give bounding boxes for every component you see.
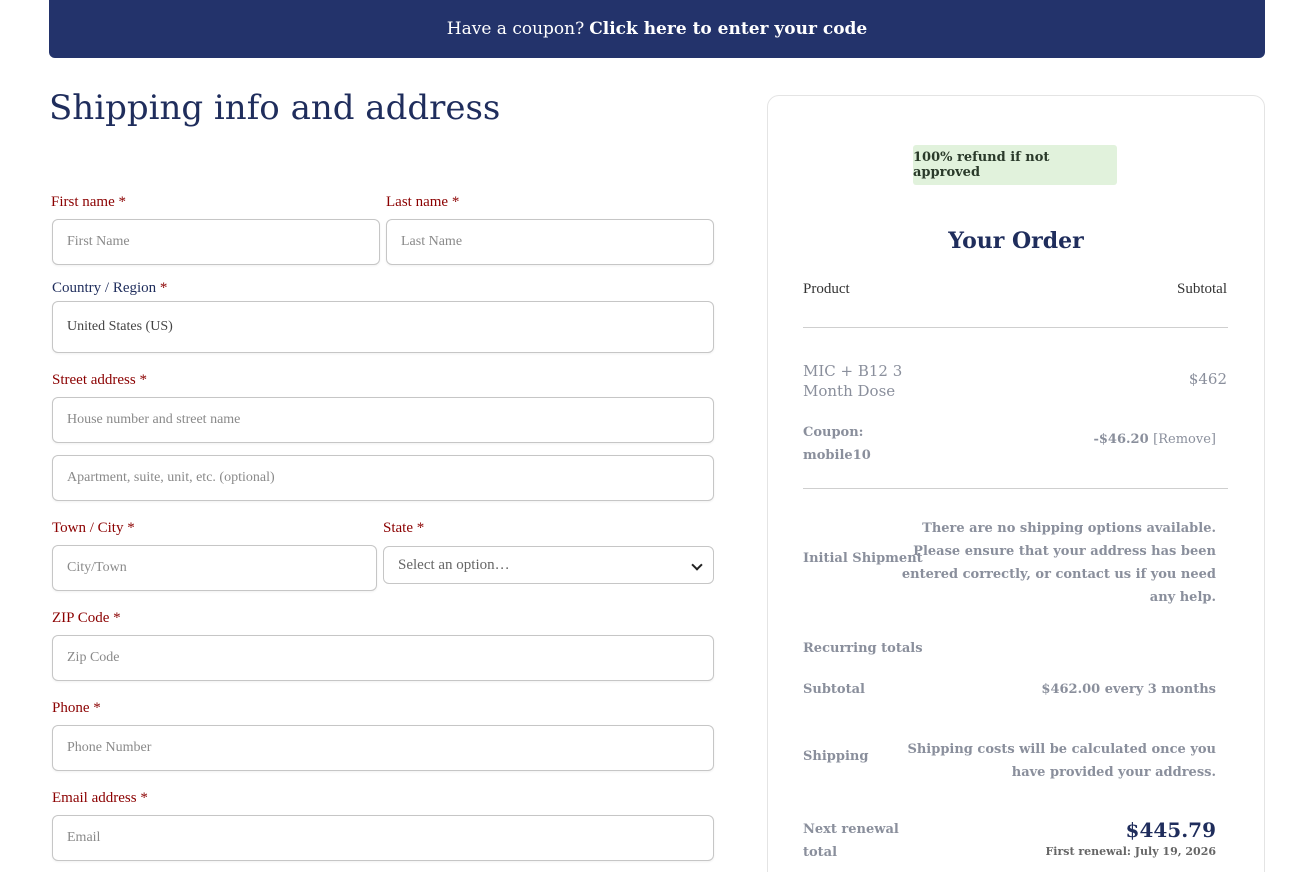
coupon-amount: -$46.20 xyxy=(1093,432,1149,447)
required-marker: * xyxy=(416,520,425,536)
zip-label: ZIP Code * xyxy=(52,610,121,627)
item-name-line: MIC + B12 3 xyxy=(803,362,903,380)
required-marker: * xyxy=(451,194,460,210)
state-selected-value: Select an option… xyxy=(398,556,510,573)
phone-placeholder: Phone Number xyxy=(67,740,152,755)
first-name-placeholder: First Name xyxy=(67,234,130,249)
street-placeholder: House number and street name xyxy=(67,412,241,427)
chevron-down-icon xyxy=(691,559,703,571)
initial-shipment-message: There are no shipping options available.… xyxy=(902,517,1216,609)
required-marker: * xyxy=(159,280,168,296)
recurring-subtotal-value: $462.00 every 3 months xyxy=(1041,682,1216,697)
zip-input[interactable]: Zip Code xyxy=(52,635,714,681)
page-title: Shipping info and address xyxy=(49,88,501,128)
coupon-code: mobile10 xyxy=(803,448,871,463)
enter-coupon-link[interactable]: Click here to enter your code xyxy=(589,19,867,39)
coupon-banner: Have a coupon? Click here to enter your … xyxy=(49,0,1265,58)
street2-placeholder: Apartment, suite, unit, etc. (optional) xyxy=(67,470,275,485)
country-value: United States (US) xyxy=(67,319,173,334)
shipping-msg-line: have provided your address. xyxy=(1011,765,1216,780)
street-address-2-input[interactable]: Apartment, suite, unit, etc. (optional) xyxy=(52,455,714,501)
order-title: Your Order xyxy=(948,228,1084,254)
phone-label-text: Phone xyxy=(52,700,90,716)
email-label: Email address * xyxy=(52,790,148,807)
street-label-text: Street address xyxy=(52,372,136,388)
required-marker: * xyxy=(93,700,101,716)
order-item-name: MIC + B12 3 Month Dose xyxy=(803,361,902,401)
first-name-input[interactable]: First Name xyxy=(52,219,380,265)
required-marker: * xyxy=(127,520,135,536)
shipment-msg-line: entered correctly, or contact us if you … xyxy=(901,567,1216,582)
city-label: Town / City * xyxy=(52,520,135,537)
country-label: Country / Region * xyxy=(52,280,167,297)
shipping-msg-line: Shipping costs will be calculated once y… xyxy=(907,742,1216,757)
first-renewal-date: First renewal: July 19, 2026 xyxy=(1045,845,1216,858)
last-name-label: Last name * xyxy=(386,194,459,211)
item-name-line: Month Dose xyxy=(803,382,896,400)
last-name-input[interactable]: Last Name xyxy=(386,219,714,265)
remove-coupon-link[interactable]: [Remove] xyxy=(1153,432,1216,447)
coupon-discount: -$46.20 [Remove] xyxy=(1093,432,1216,447)
street-address-input[interactable]: House number and street name xyxy=(52,397,714,443)
email-input[interactable]: Email xyxy=(52,815,714,861)
zip-label-text: ZIP Code xyxy=(52,610,110,626)
column-header-subtotal: Subtotal xyxy=(1176,281,1227,297)
required-marker: * xyxy=(139,372,147,388)
last-name-label-text: Last name xyxy=(386,194,449,210)
country-label-text: Country / Region xyxy=(52,280,157,296)
state-label: State * xyxy=(383,520,424,537)
shipping-label: Shipping xyxy=(803,749,869,764)
required-marker: * xyxy=(140,790,148,806)
refund-badge: 100% refund if not approved xyxy=(913,145,1117,185)
shipment-msg-line: any help. xyxy=(1149,590,1216,605)
phone-input[interactable]: Phone Number xyxy=(52,725,714,771)
recurring-totals-label: Recurring totals xyxy=(803,641,923,656)
city-label-text: Town / City xyxy=(52,520,124,536)
renewal-label-line: total xyxy=(803,845,838,860)
phone-label: Phone * xyxy=(52,700,101,717)
first-name-label: First name * xyxy=(51,194,126,211)
next-renewal-amount: $445.79 xyxy=(1125,818,1216,842)
coupon-prompt: Have a coupon? xyxy=(446,19,585,39)
street-label: Street address * xyxy=(52,372,147,389)
city-placeholder: City/Town xyxy=(67,560,127,575)
divider xyxy=(803,327,1228,328)
recurring-subtotal-label: Subtotal xyxy=(803,682,865,697)
order-item-price: $462 xyxy=(1188,370,1227,388)
required-marker: * xyxy=(118,194,127,210)
first-name-label-text: First name xyxy=(51,194,115,210)
shipment-msg-line: Please ensure that your address has been xyxy=(913,544,1216,559)
required-marker: * xyxy=(113,610,121,626)
divider xyxy=(803,488,1228,489)
next-renewal-label: Next renewal total xyxy=(803,818,899,864)
shipment-msg-line: There are no shipping options available. xyxy=(922,521,1216,536)
zip-placeholder: Zip Code xyxy=(67,650,120,665)
state-label-text: State xyxy=(383,520,413,536)
last-name-placeholder: Last Name xyxy=(401,234,463,249)
city-input[interactable]: City/Town xyxy=(52,545,377,591)
shipping-message: Shipping costs will be calculated once y… xyxy=(907,738,1216,784)
coupon-line-label: Coupon: mobile10 xyxy=(803,421,871,467)
renewal-label-line: Next renewal xyxy=(803,822,899,837)
country-field[interactable]: United States (US) xyxy=(52,301,714,353)
email-placeholder: Email xyxy=(67,830,101,845)
column-header-product: Product xyxy=(803,281,850,297)
coupon-label: Coupon: xyxy=(803,425,864,440)
email-label-text: Email address xyxy=(52,790,137,806)
state-select[interactable]: Select an option… xyxy=(383,546,714,584)
